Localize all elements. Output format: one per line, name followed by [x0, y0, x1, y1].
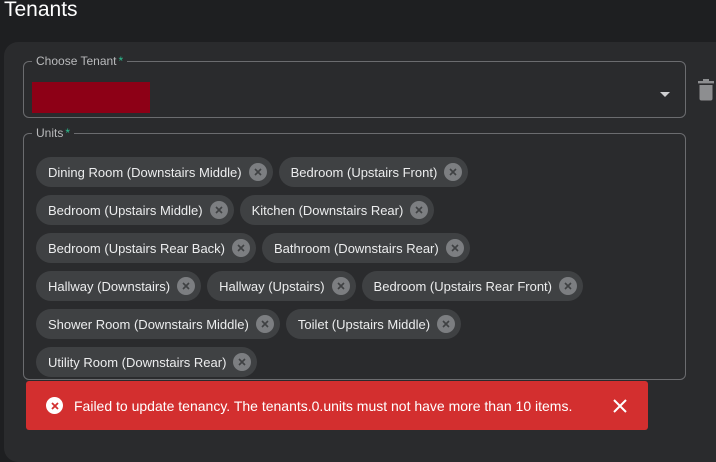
choose-tenant-label: Choose Tenant *	[36, 54, 124, 68]
close-circle-icon[interactable]	[233, 353, 252, 371]
close-circle-icon[interactable]	[331, 277, 350, 295]
trash-icon[interactable]	[697, 79, 715, 101]
close-circle-icon[interactable]	[232, 239, 250, 257]
tenant-selected-value	[32, 82, 150, 113]
close-circle-icon[interactable]	[445, 239, 464, 257]
close-circle-icon[interactable]	[410, 201, 429, 219]
close-circle-icon[interactable]	[559, 277, 577, 295]
unit-chip: Bedroom (Upstairs Middle)	[36, 195, 234, 225]
close-circle-icon[interactable]	[177, 277, 196, 295]
close-circle-icon[interactable]	[209, 201, 228, 219]
snackbar-message: Failed to update tenancy. The tenants.0.…	[74, 397, 573, 414]
chevron-down-icon[interactable]	[660, 92, 670, 97]
close-circle-icon[interactable]	[444, 163, 463, 181]
close-icon[interactable]	[612, 398, 628, 414]
unit-chip: Bathroom (Downstairs Rear)	[262, 233, 470, 263]
unit-chip: Hallway (Upstairs)	[207, 271, 356, 301]
error-snackbar: Failed to update tenancy. The tenants.0.…	[26, 381, 648, 430]
error-icon	[46, 397, 63, 414]
unit-chips: Dining Room (Downstairs Middle) Bedroom …	[36, 157, 684, 385]
units-label: Units *	[36, 126, 71, 140]
close-circle-icon[interactable]	[248, 163, 267, 181]
close-circle-icon[interactable]	[437, 315, 456, 333]
unit-chip: Shower Room (Downstairs Middle)	[36, 309, 280, 339]
unit-chip: Dining Room (Downstairs Middle)	[36, 157, 273, 187]
unit-chip: Hallway (Downstairs)	[36, 271, 202, 301]
unit-chip: Toilet (Upstairs Middle)	[285, 309, 462, 339]
unit-chip: Kitchen (Downstairs Rear)	[239, 195, 435, 225]
choose-tenant-select[interactable]: Choose Tenant *	[23, 55, 686, 118]
unit-chip: Utility Room (Downstairs Rear)	[36, 347, 258, 377]
close-circle-icon[interactable]	[255, 315, 274, 333]
unit-chip: Bedroom (Upstairs Rear Front)	[361, 271, 583, 301]
page-title: Tenants	[4, 0, 78, 21]
unit-chip: Bedroom (Upstairs Front)	[278, 157, 469, 187]
units-multiselect[interactable]: Units * Dining Room (Downstairs Middle) B…	[23, 127, 686, 380]
unit-chip: Bedroom (Upstairs Rear Back)	[36, 233, 256, 263]
